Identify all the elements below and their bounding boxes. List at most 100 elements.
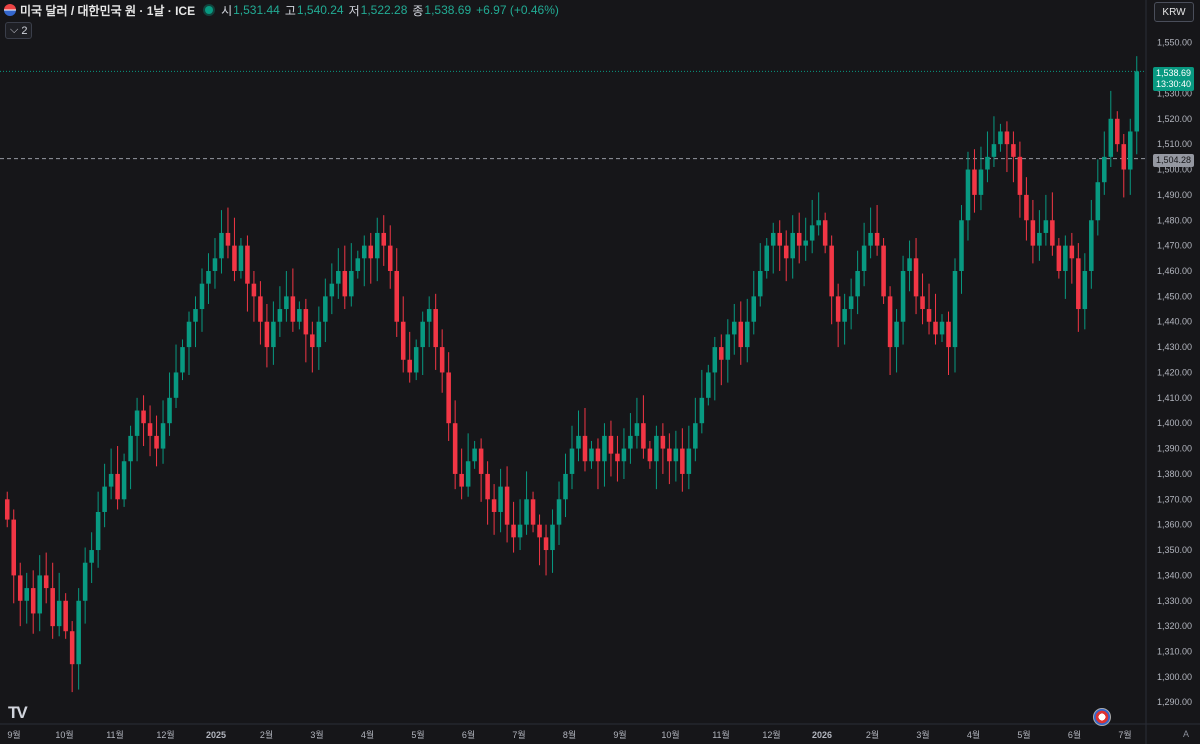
candle-body [63,600,68,632]
y-tick-label: 1,320.00 [1157,621,1192,631]
candle-body [589,448,594,462]
y-tick-label: 1,400.00 [1157,418,1192,428]
candle-body [933,321,938,335]
candle-body [1043,220,1049,233]
candle-body [848,296,854,310]
candle-body [1089,220,1094,271]
change-value: +6.97 (+0.46%) [476,3,559,17]
candle-body [186,321,192,348]
candle-body [972,169,977,195]
us-flag-event-icon[interactable] [1093,708,1111,726]
x-tick-label: 12월 [156,729,174,740]
candle-body [693,423,698,449]
candle-body [1037,232,1042,246]
candle-body [212,258,218,271]
x-tick-label: 4월 [967,729,980,740]
y-tick-label: 1,340.00 [1157,570,1192,580]
indicators-toggle-button[interactable]: ⌵ 2 [5,22,33,39]
candle-body [147,423,153,436]
candle-body [349,270,354,297]
candle-body [725,334,731,360]
candle-body [362,245,367,259]
auto-scale-button[interactable]: A [1183,729,1189,739]
candle-body [855,270,860,297]
candle-body [998,131,1003,145]
candle-body [30,588,36,614]
candle-body [446,372,451,424]
last-price-tag: 1,538.69 13:30:40 [1153,67,1195,91]
y-tick-label: 1,440.00 [1157,317,1192,327]
candle-body [926,309,932,322]
candle-body [238,245,244,271]
x-tick-label: 11월 [712,729,730,740]
y-tick-label: 1,380.00 [1157,469,1192,479]
candle-body [290,296,296,322]
candle-body [43,575,49,589]
y-tick-label: 1,420.00 [1157,367,1192,377]
candle-body [569,448,575,474]
candle-body [219,232,224,259]
symbol-title[interactable]: 미국 달러 / 대한민국 원 · 1날 · ICE [20,2,195,19]
open-label: 시 [221,3,233,18]
y-tick-label: 1,450.00 [1157,291,1192,301]
candle-body [543,537,549,551]
candle-body [647,448,653,462]
tradingview-logo-icon[interactable]: TV [8,703,28,723]
y-tick-label: 1,300.00 [1157,672,1192,682]
candle-body [965,169,971,221]
candle-body [76,600,81,665]
candle-body [842,309,847,322]
y-tick-label: 1,350.00 [1157,545,1192,555]
candle-body [472,448,477,462]
price-chart[interactable]: 1,290.00 1,300.00 1,310.00 1,320.00 1,330.00… [0,0,1200,744]
candle-body [985,156,990,170]
x-tick-label: 2025 [206,730,226,740]
y-tick-label: 1,480.00 [1157,215,1192,225]
candle-body [861,245,867,271]
candle-body [712,347,718,373]
candle-body [323,296,328,322]
candle-body [790,232,795,259]
candle-body [89,550,94,563]
y-tick-label: 1,490.00 [1157,190,1192,200]
candle-body [628,435,633,449]
candle-body [4,499,10,520]
candle-body [796,232,802,246]
low-label: 저 [348,3,360,18]
candle-body [160,423,166,449]
candle-body [394,270,400,322]
candle-body [835,296,841,322]
candle-body [550,524,555,551]
candle-body [180,347,185,373]
candle-body [303,309,309,335]
currency-button[interactable]: KRW [1154,2,1194,22]
candle-body [829,245,834,297]
candle-body [368,245,374,259]
candle-body [206,270,211,284]
candle-body [232,245,237,271]
y-tick-label: 1,460.00 [1157,266,1192,276]
candle-body [491,499,497,512]
x-tick-label: 6월 [1068,729,1081,740]
candle-body [1082,270,1088,310]
candle-body [407,359,412,373]
candle-body [530,499,536,525]
candle-body [413,347,419,373]
candle-body [939,321,945,335]
candle-body [517,524,523,538]
candle-body [1095,182,1101,221]
candle-body [24,588,29,601]
candle-body [920,296,925,310]
candle-body [56,600,62,627]
candle-body [946,321,951,348]
candle-body [433,309,438,348]
x-tick-label: 10월 [661,729,679,740]
y-tick-label: 1,510.00 [1157,139,1192,149]
y-tick-label: 1,310.00 [1157,647,1192,657]
x-tick-label: 10월 [55,729,73,740]
candle-body [1063,245,1068,271]
candle-body [868,232,873,246]
y-tick-label: 1,520.00 [1157,114,1192,124]
candle-body [258,296,263,322]
candle-body [102,486,107,512]
